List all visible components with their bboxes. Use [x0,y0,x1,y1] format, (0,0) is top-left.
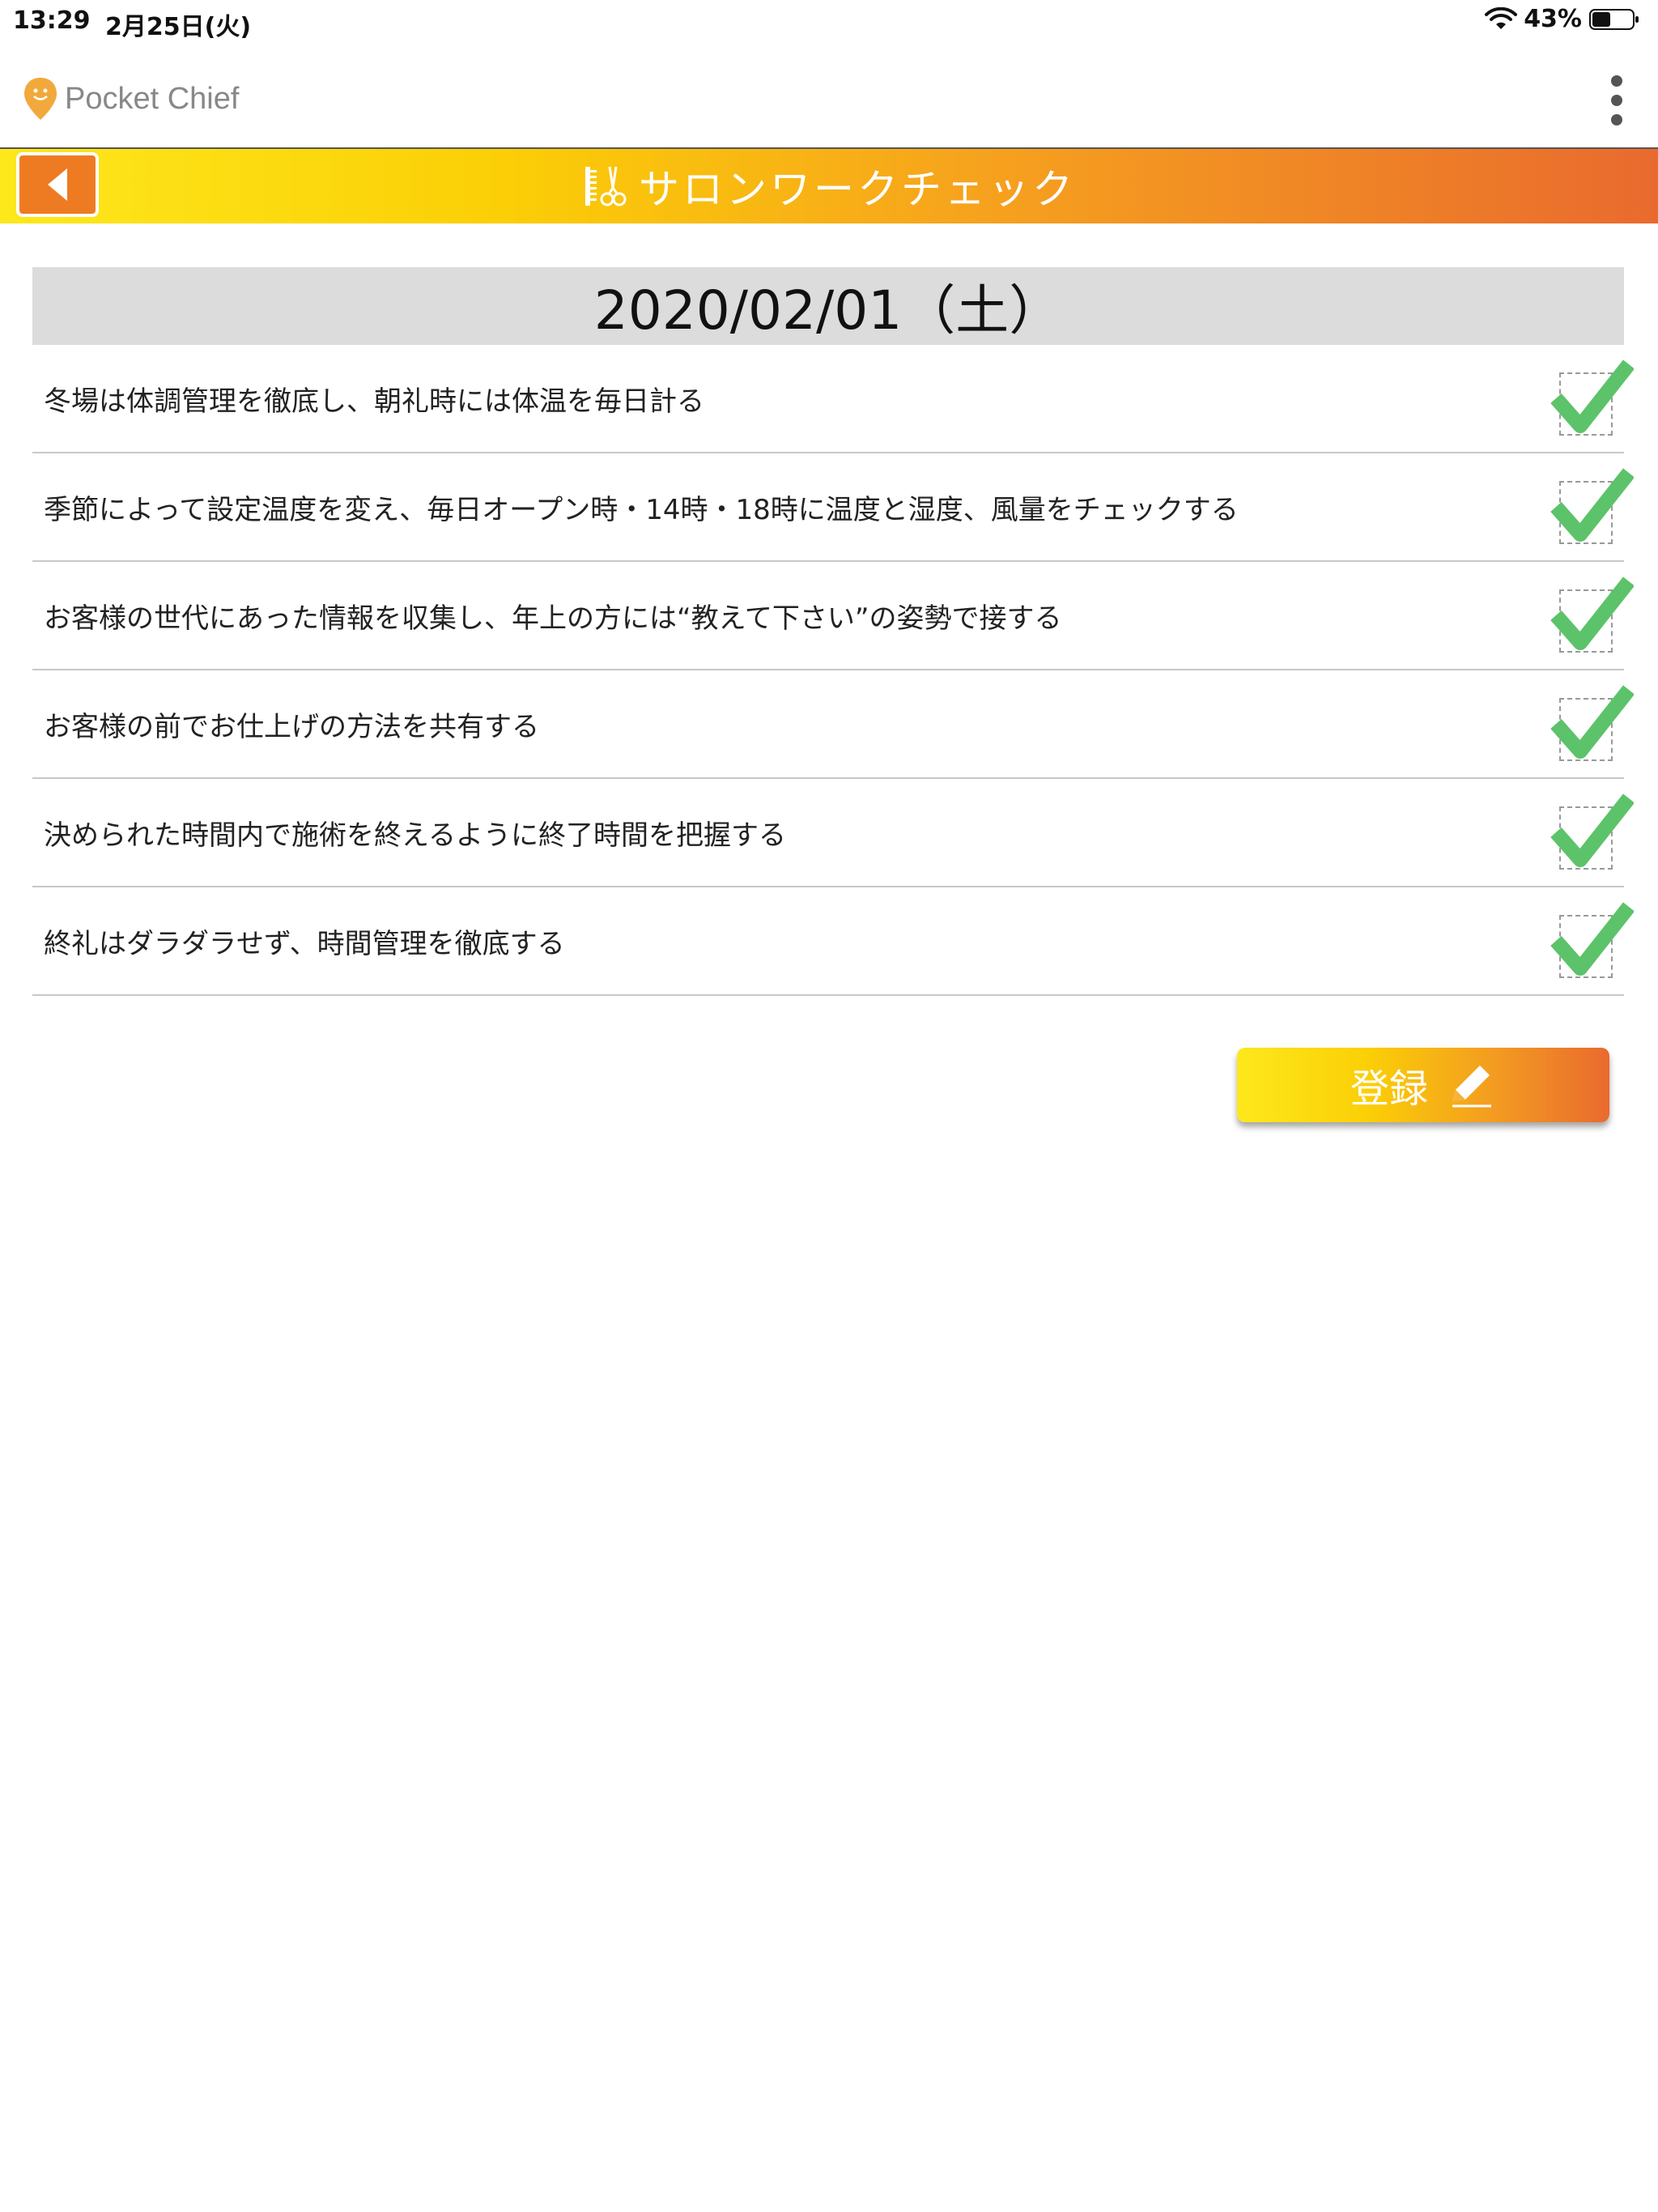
checklist-item-text: お客様の世代にあった情報を収集し、年上の方には“教えて下さい”の姿勢で接する [44,602,1062,635]
checkmark-icon [1550,359,1634,433]
status-time: 13:29 [13,6,91,35]
app-logo: Pocket Chief [23,76,239,121]
title-wrap: サロンワークチェック [0,149,1658,223]
back-button[interactable] [16,152,99,217]
page-title: サロンワークチェック [639,166,1076,213]
pencil-icon [1452,1066,1491,1108]
checklist-item: 終礼はダラダラせず、時間管理を徹底する [32,887,1634,996]
checklist-item-text: 冬場は体調管理を徹底し、朝礼時には体温を毎日計る [44,385,704,418]
checklist-item-text: お客様の前でお仕上げの方法を共有する [44,710,539,743]
logo-text: Pocket Chief [65,81,240,116]
checklist-item: 決められた時間内で施術を終えるように終了時間を把握する [32,779,1634,887]
checklist-item: お客様の前でお仕上げの方法を共有する [32,670,1634,779]
app-header: Pocket Chief [0,45,1658,149]
checklist-item-text: 終礼はダラダラせず、時間管理を徹底する [44,927,565,960]
battery-icon [1589,8,1639,30]
logo-icon [24,78,57,120]
checkmark-icon [1550,793,1634,867]
status-date: 2月25日(火) [105,13,252,41]
title-bar: サロンワークチェック [0,149,1658,223]
checklist-item-text: 季節によって設定温度を変え、毎日オープン時・14時・18時に温度と湿度、風量をチ… [44,493,1239,526]
arrow-left-icon [48,168,67,201]
checkmark-icon [1550,685,1634,759]
register-button[interactable]: 登録 [1237,1048,1609,1122]
status-indicators: 43% [1485,5,1640,33]
register-button-label: 登録 [1350,1066,1428,1112]
wifi-icon [1485,6,1518,29]
checklist-item: 季節によって設定温度を変え、毎日オープン時・14時・18時に温度と湿度、風量をチ… [32,453,1634,562]
checkmark-icon [1550,468,1634,542]
checklist-item-text: 決められた時間内で施術を終えるように終了時間を把握する [44,819,786,852]
checkmark-icon [1550,576,1634,650]
date-header: 2020/02/01（土） [32,267,1624,345]
battery-percent: 43% [1524,5,1582,33]
checklist: 冬場は体調管理を徹底し、朝礼時には体温を毎日計る 季節によって設定温度を変え、毎… [32,345,1634,996]
status-bar: 13:29 2月25日(火) 43% [0,0,1658,44]
checklist-item: 冬場は体調管理を徹底し、朝礼時には体温を毎日計る [32,345,1634,453]
checklist-item: お客様の世代にあった情報を収集し、年上の方には“教えて下さい”の姿勢で接する [32,562,1634,670]
checkmark-icon [1550,902,1634,976]
more-vertical-icon[interactable] [1606,74,1627,126]
scissors-comb-icon [585,166,627,206]
